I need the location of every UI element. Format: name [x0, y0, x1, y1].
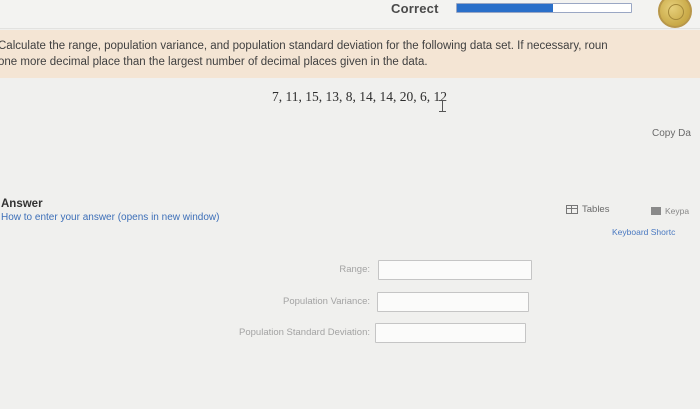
text-cursor-icon [439, 100, 446, 112]
population-variance-label: Population Variance: [283, 296, 370, 307]
answer-heading: Answer [1, 198, 43, 210]
population-sd-input[interactable] [375, 323, 526, 343]
question-prompt-panel: Calculate the range, population variance… [0, 30, 700, 78]
correct-status-label: Correct [391, 1, 439, 16]
top-status-bar: Correct [0, 0, 700, 29]
table-icon [566, 205, 578, 214]
keypad-button[interactable]: Keypa [651, 206, 689, 216]
keyboard-shortcuts-link[interactable]: Keyboard Shortc [612, 227, 675, 237]
gold-coin-icon[interactable] [658, 0, 692, 28]
tables-label: Tables [582, 204, 610, 215]
progress-bar [456, 3, 632, 13]
keypad-label: Keypa [665, 206, 690, 216]
keypad-icon [651, 207, 661, 215]
question-prompt-line-2: one more decimal place than the largest … [0, 56, 428, 68]
population-sd-label: Population Standard Deviation: [239, 327, 370, 338]
copy-data-button[interactable]: Copy Da [652, 128, 691, 139]
answer-help-link[interactable]: How to enter your answer (opens in new w… [1, 212, 219, 223]
progress-bar-fill [457, 4, 553, 12]
question-prompt-line-1: Calculate the range, population variance… [0, 40, 608, 52]
range-input[interactable] [378, 260, 532, 280]
tables-button[interactable]: Tables [566, 204, 609, 215]
population-variance-input[interactable] [377, 292, 529, 312]
data-set-values: 7, 11, 15, 13, 8, 14, 14, 20, 6, 12 [272, 89, 447, 104]
range-label: Range: [339, 264, 370, 275]
